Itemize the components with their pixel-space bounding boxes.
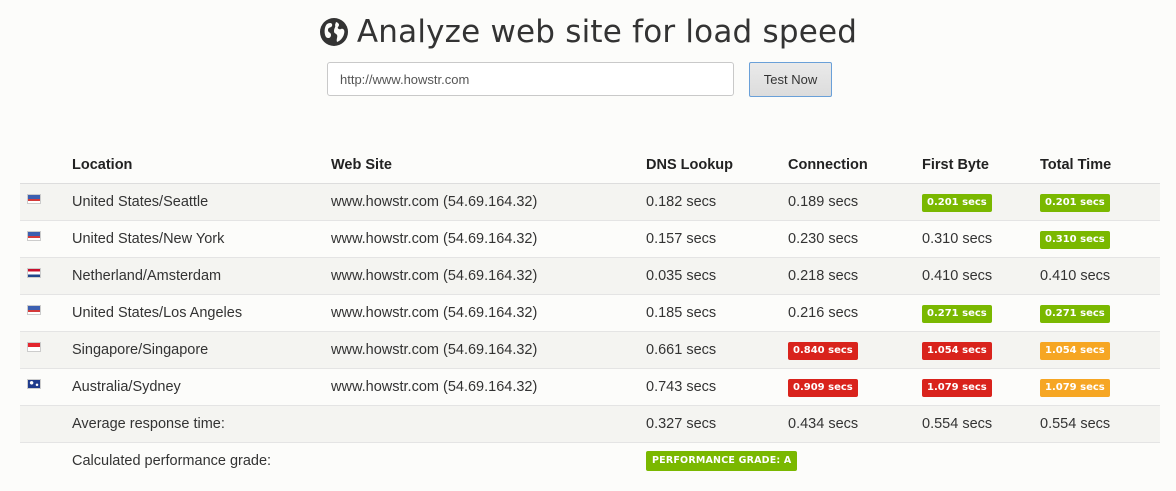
connection-cell: 0.218 secs <box>788 257 922 295</box>
table-header-row: Location Web Site DNS Lookup Connection … <box>20 146 1160 184</box>
table-row: Australia/Sydney www.howstr.com (54.69.1… <box>20 368 1160 406</box>
total-time-cell: 0.410 secs <box>1040 257 1160 295</box>
average-row: Average response time: 0.327 secs 0.434 … <box>20 405 1160 443</box>
au-flag-icon <box>27 379 41 390</box>
connection-cell: 0.189 secs <box>788 183 922 221</box>
site-cell: www.howstr.com (54.69.164.32) <box>331 257 646 295</box>
column-header-connection: Connection <box>788 146 922 184</box>
column-header-location: Location <box>72 146 331 184</box>
site-cell: www.howstr.com (54.69.164.32) <box>331 220 646 258</box>
column-header-total-time: Total Time <box>1040 146 1160 184</box>
dns-cell: 0.182 secs <box>646 183 788 221</box>
total-time-badge: 1.054 secs <box>1040 341 1110 360</box>
column-header-dns-lookup: DNS Lookup <box>646 146 788 184</box>
dns-cell: 0.185 secs <box>646 294 788 332</box>
page-title: Analyze web site for load speed <box>356 14 858 50</box>
table-row: United States/New York www.howstr.com (5… <box>20 220 1160 258</box>
first-byte-cell: 0.310 secs <box>922 220 1040 258</box>
connection-cell: 0.230 secs <box>788 220 922 258</box>
table-row: United States/Seattle www.howstr.com (54… <box>20 183 1160 221</box>
table-row: Netherland/Amsterdam www.howstr.com (54.… <box>20 257 1160 295</box>
first-byte-badge: 0.271 secs <box>922 304 992 323</box>
test-now-button[interactable]: Test Now <box>749 62 832 97</box>
first-byte-badge: 1.079 secs <box>922 378 992 397</box>
location-cell: Netherland/Amsterdam <box>72 257 331 295</box>
connection-badge: 0.909 secs <box>788 378 858 397</box>
location-cell: Singapore/Singapore <box>72 331 331 369</box>
first-byte-badge: 1.054 secs <box>922 341 992 360</box>
us-flag-icon <box>27 305 41 316</box>
connection-badge: 0.840 secs <box>788 341 858 360</box>
dns-cell: 0.661 secs <box>646 331 788 369</box>
total-time-badge: 1.079 secs <box>1040 378 1110 397</box>
site-cell: www.howstr.com (54.69.164.32) <box>331 331 646 369</box>
average-connection: 0.434 secs <box>788 405 922 443</box>
average-dns: 0.327 secs <box>646 405 788 443</box>
total-time-badge: 0.310 secs <box>1040 230 1110 249</box>
average-label: Average response time: <box>72 405 646 443</box>
total-time-badge: 0.201 secs <box>1040 193 1110 212</box>
average-first-byte: 0.554 secs <box>922 405 1040 443</box>
site-cell: www.howstr.com (54.69.164.32) <box>331 294 646 332</box>
column-header-first-byte: First Byte <box>922 146 1040 184</box>
page-header: Analyze web site for load speed <box>0 10 1176 54</box>
us-flag-icon <box>27 194 41 205</box>
table-row: United States/Los Angeles www.howstr.com… <box>20 294 1160 332</box>
globe-icon <box>319 17 349 47</box>
performance-grade-badge: PERFORMANCE GRADE: A <box>646 451 798 471</box>
dns-cell: 0.157 secs <box>646 220 788 258</box>
results-table: Location Web Site DNS Lookup Connection … <box>20 146 1160 479</box>
grade-row: Calculated performance grade: PERFORMANC… <box>20 442 1160 479</box>
grade-label: Calculated performance grade: <box>72 442 646 479</box>
site-cell: www.howstr.com (54.69.164.32) <box>331 368 646 406</box>
table-row: Singapore/Singapore www.howstr.com (54.6… <box>20 331 1160 369</box>
first-byte-badge: 0.201 secs <box>922 193 992 212</box>
dns-cell: 0.743 secs <box>646 368 788 406</box>
average-total: 0.554 secs <box>1040 405 1160 443</box>
location-cell: United States/New York <box>72 220 331 258</box>
url-input[interactable] <box>327 62 734 96</box>
dns-cell: 0.035 secs <box>646 257 788 295</box>
location-cell: United States/Seattle <box>72 183 331 221</box>
nl-flag-icon <box>27 268 41 279</box>
location-cell: United States/Los Angeles <box>72 294 331 332</box>
sg-flag-icon <box>27 342 41 353</box>
column-header-web-site: Web Site <box>331 146 646 184</box>
us-flag-icon <box>27 231 41 242</box>
connection-cell: 0.216 secs <box>788 294 922 332</box>
total-time-badge: 0.271 secs <box>1040 304 1110 323</box>
location-cell: Australia/Sydney <box>72 368 331 406</box>
site-cell: www.howstr.com (54.69.164.32) <box>331 183 646 221</box>
first-byte-cell: 0.410 secs <box>922 257 1040 295</box>
